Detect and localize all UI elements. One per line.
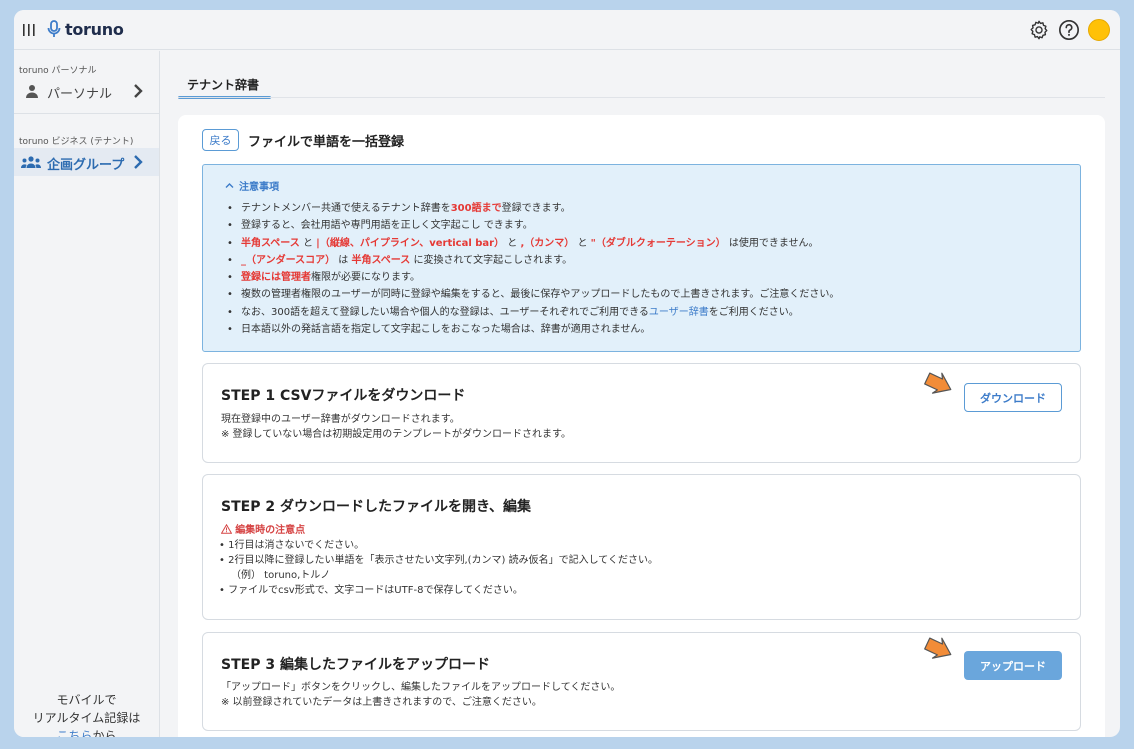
person-icon <box>26 85 38 98</box>
notice-toggle[interactable]: 注意事項 <box>225 178 279 193</box>
arrow-pointer-icon <box>924 637 952 659</box>
notice-text: と <box>299 237 317 249</box>
step2-card: STEP 2 ダウンロードしたファイルを開き、編集 編集時の注意点 • 1行目は… <box>202 474 1081 620</box>
notice-text: をご利用ください。 <box>708 306 799 318</box>
chevron-right-icon <box>134 155 143 169</box>
notice-item: 複数の管理者権限のユーザーが同時に登録や編集をすると、最後に保存やアップロードし… <box>227 286 840 304</box>
notice-text: テナントメンバー共通で使えるテナント辞書を <box>241 203 451 214</box>
step2-title: STEP 2 ダウンロードしたファイルを開き、編集 <box>221 499 531 515</box>
sidebar-item-planning-group[interactable]: 企画グループ <box>14 148 159 176</box>
chevron-right-icon <box>134 84 143 98</box>
group-icon <box>21 156 41 168</box>
notice-text: 権限が必要になります。 <box>311 272 420 284</box>
step1-line-1: 現在登録中のユーザー辞書がダウンロードされます。 <box>221 414 460 425</box>
notice-text: 登録できます。 <box>501 203 571 214</box>
sidebar-item-label: パーソナル <box>47 87 113 102</box>
notice-text: と <box>574 237 591 249</box>
notice-item: 半角スペース と |（縦線、パイプライン、vertical bar） と ,（カ… <box>227 235 839 253</box>
logo-text: toruno <box>65 19 124 39</box>
notice-item: テナントメンバー共通で使えるテナント辞書を300語まで登録できます。 <box>227 200 839 218</box>
sidebar: toruno パーソナル パーソナル toruno ビジネス (テナント) 企画… <box>14 51 160 737</box>
chevron-up-icon <box>225 183 234 188</box>
content-card: 戻る ファイルで単語を一括登録 注意事項 テナントメンバー共通で使えるテナント辞… <box>178 115 1105 737</box>
step2-warning: 編集時の注意点 <box>220 523 306 538</box>
notice-item: 日本語以外の発話言語を指定して文字起こしをおこなった場合は、辞書が適用されません… <box>227 321 839 339</box>
notice-highlight: |（縦線、パイプライン、vertical bar） <box>316 237 505 249</box>
notice-highlight: _（アンダースコア） <box>241 254 336 266</box>
mobile-realtime-notice: モバイルで リアルタイム記録は こちらから <box>14 691 159 737</box>
sidebar-section-business: toruno ビジネス (テナント) <box>19 137 134 147</box>
main-content: テナント辞書 戻る ファイルで単語を一括登録 注意事項 テナントメンバー共通で使… <box>161 51 1120 737</box>
notice-item: 登録すると、会社用語や専門用語を正しく文字起こし できます。 <box>227 217 839 235</box>
notice-text: 日本語以外の発話言語を指定して文字起こしをおこなった場合は、辞書が適用されません… <box>241 324 651 336</box>
sidebar-section-personal: toruno パーソナル <box>19 66 97 76</box>
sidebar-item-label: 企画グループ <box>47 158 125 173</box>
mobile-line-1: モバイルで <box>56 693 117 707</box>
warning-icon <box>220 523 233 534</box>
mobile-line-2: リアルタイム記録は <box>32 711 141 725</box>
app-logo[interactable]: toruno <box>46 19 124 39</box>
step1-card: STEP 1 CSVファイルをダウンロード 現在登録中のユーザー辞書がダウンロー… <box>202 363 1081 463</box>
notice-item: なお、300語を超えて登録したい場合や個人的な登録は、ユーザーそれぞれでご利用で… <box>227 304 839 322</box>
notice-item: 登録には管理者権限が必要になります。 <box>227 269 839 287</box>
avatar[interactable] <box>1088 19 1110 41</box>
upload-button[interactable]: アップロード <box>964 651 1062 680</box>
step3-card: STEP 3 編集したファイルをアップロード 「アップロード」ボタンをクリックし… <box>202 632 1081 731</box>
sidebar-item-personal[interactable]: パーソナル <box>14 77 159 105</box>
sidebar-divider <box>14 113 159 114</box>
download-button[interactable]: ダウンロード <box>964 383 1062 412</box>
notice-text: は使用できません。 <box>725 237 819 249</box>
mobile-link[interactable]: こちら <box>56 729 92 737</box>
notice-text: に変換されて文字起こしされます。 <box>410 254 573 266</box>
step3-line-1: 「アップロード」ボタンをクリックし、編集したファイルをアップロードしてください。 <box>221 682 621 693</box>
step1-title: STEP 1 CSVファイルをダウンロード <box>221 388 466 404</box>
tab-tenant-dictionary[interactable]: テナント辞書 <box>178 61 271 99</box>
step2-line-4: • ファイルでcsv形式で、文字コードはUTF-8で保存してください。 <box>219 585 523 596</box>
notice-header: 注意事項 <box>239 182 279 193</box>
tab-divider <box>178 97 1105 98</box>
step2-warning-label: 編集時の注意点 <box>235 525 306 536</box>
page-title: ファイルで単語を一括登録 <box>248 135 405 150</box>
step3-title: STEP 3 編集したファイルをアップロード <box>221 657 490 673</box>
notice-text: なお、300語を超えて登録したい場合や個人的な登録は、ユーザーそれぞれでご利用で… <box>241 306 649 318</box>
notice-text: と <box>504 237 521 249</box>
step2-line-1: • 1行目は消さないでください。 <box>219 540 365 551</box>
step3-line-2: ※ 以前登録されていたデータは上書きされますので、ご注意ください。 <box>221 697 542 708</box>
step2-line-2: • 2行目以降に登録したい単語を「表示させたい文字列,(カンマ) 読み仮名」で記… <box>219 555 658 566</box>
step1-line-2: ※ 登録していない場合は初期設定用のテンプレートがダウンロードされます。 <box>221 429 571 440</box>
notice-highlight: "（ダブルクォーテーション） <box>590 237 726 249</box>
notice-highlight: ,（カンマ） <box>520 237 575 249</box>
notice-list: テナントメンバー共通で使えるテナント辞書を300語まで登録できます。登録すると、… <box>227 200 840 339</box>
notice-item: _（アンダースコア） は 半角スペース に変換されて文字起こしされます。 <box>227 252 839 270</box>
help-icon[interactable] <box>1058 19 1080 41</box>
notice-text: 登録すると、会社用語や専門用語を正しく文字起こし できます。 <box>241 220 533 232</box>
menu-icon[interactable] <box>22 21 36 39</box>
notice-box: 注意事項 テナントメンバー共通で使えるテナント辞書を300語まで登録できます。登… <box>202 164 1081 352</box>
notice-highlight: 300語まで <box>450 203 502 214</box>
notice-highlight: 半角スペース <box>351 254 411 266</box>
notice-highlight: 登録には管理者 <box>241 272 311 284</box>
user-dictionary-link[interactable]: ユーザー辞書 <box>649 307 709 318</box>
notice-text: は <box>335 254 352 266</box>
step2-line-3: （例） toruno,トルノ <box>231 570 331 581</box>
arrow-pointer-icon <box>924 372 952 394</box>
app-window: toruno toruno パーソナル パーソナル toruno ビジネス (テ… <box>14 10 1120 737</box>
gear-icon[interactable] <box>1028 19 1050 41</box>
microphone-icon <box>47 20 61 37</box>
mobile-suffix: から <box>92 729 117 737</box>
back-button[interactable]: 戻る <box>202 129 239 151</box>
top-bar: toruno <box>14 10 1120 50</box>
notice-text: 複数の管理者権限のユーザーが同時に登録や編集をすると、最後に保存やアップロードし… <box>241 289 840 301</box>
notice-highlight: 半角スペース <box>241 237 300 249</box>
tab-label: テナント辞書 <box>187 78 260 92</box>
